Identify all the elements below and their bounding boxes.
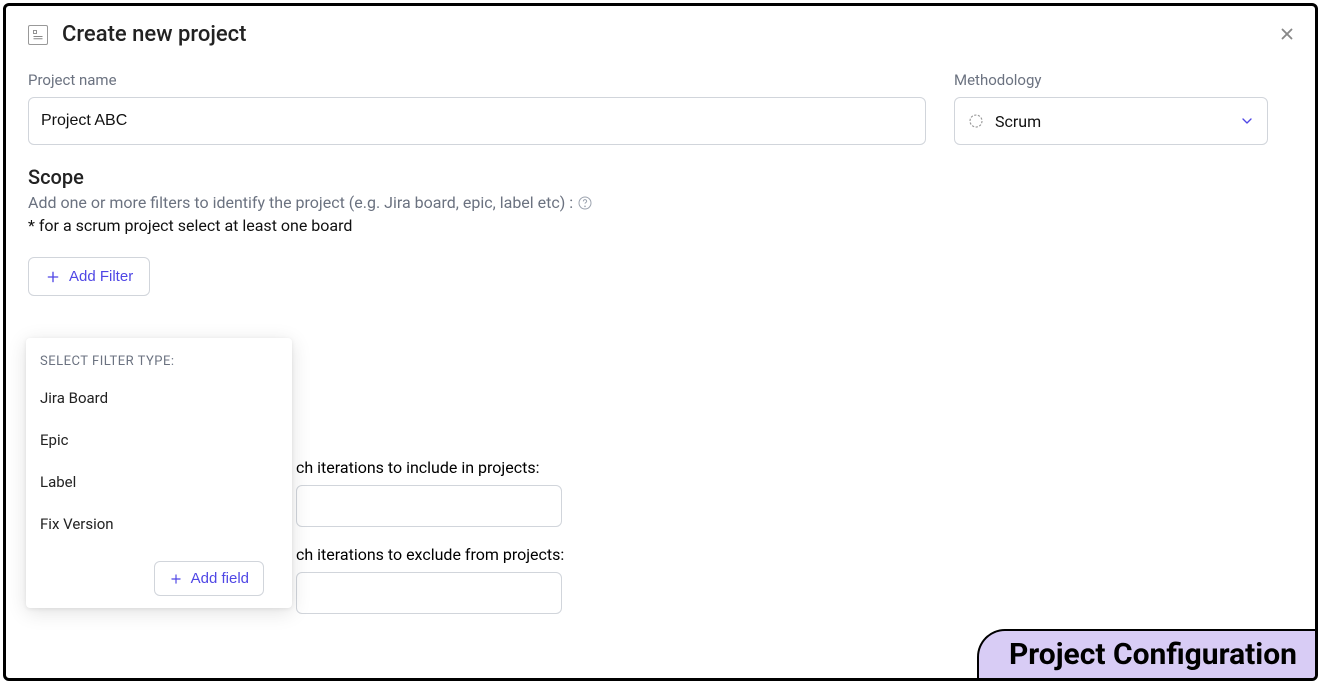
footer-badge: Project Configuration [977, 629, 1315, 678]
add-field-button[interactable]: Add field [154, 561, 264, 596]
filter-option-fix-version[interactable]: Fix Version [26, 503, 292, 545]
filter-option-epic[interactable]: Epic [26, 419, 292, 461]
scrum-icon [967, 112, 985, 130]
iterations-include-label: ch iterations to include in projects: [296, 458, 564, 477]
project-name-label: Project name [28, 71, 926, 89]
add-filter-button[interactable]: Add Filter [28, 257, 150, 296]
close-icon [1278, 25, 1296, 43]
project-name-input[interactable] [28, 97, 926, 145]
filter-option-jira-board[interactable]: Jira Board [26, 377, 292, 419]
iterations-include-input[interactable] [296, 485, 562, 527]
scope-heading: Scope [28, 165, 1293, 189]
filter-option-label[interactable]: Label [26, 461, 292, 503]
methodology-label: Methodology [954, 71, 1268, 89]
scope-hint: Add one or more filters to identify the … [28, 193, 1293, 212]
dropdown-header: SELECT FILTER TYPE: [26, 354, 292, 377]
iterations-exclude-label: ch iterations to exclude from projects: [296, 545, 564, 564]
help-icon[interactable] [577, 195, 593, 211]
iterations-exclude-input[interactable] [296, 572, 562, 614]
methodology-select[interactable]: Scrum [954, 97, 1268, 145]
iterations-section: ch iterations to include in projects: ch… [296, 458, 564, 614]
methodology-value: Scrum [995, 112, 1041, 131]
scope-note: * for a scrum project select at least on… [28, 216, 1293, 235]
chevron-down-icon [1239, 113, 1255, 129]
filter-type-dropdown: SELECT FILTER TYPE: Jira Board Epic Labe… [26, 338, 292, 608]
close-button[interactable] [1275, 22, 1299, 46]
plus-icon [45, 269, 61, 285]
add-filter-label: Add Filter [69, 268, 133, 285]
dialog-header: Create new project [28, 22, 1293, 47]
plus-icon [169, 572, 183, 586]
project-icon [28, 25, 48, 45]
dialog-title: Create new project [62, 22, 246, 47]
add-field-label: Add field [191, 570, 249, 587]
